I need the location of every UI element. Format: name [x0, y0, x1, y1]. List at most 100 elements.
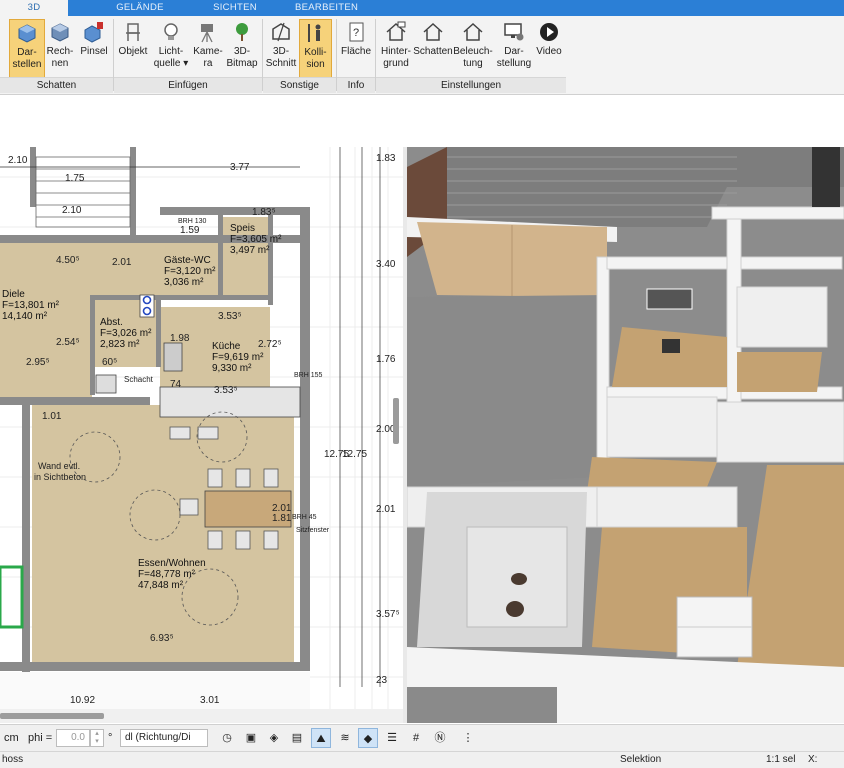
cube-brush-icon — [84, 22, 103, 43]
rechnen-button[interactable]: Rech- nen — [45, 19, 75, 79]
ribbon-tab-bar: 3D GELÄNDE SICHTEN BEARBEITEN — [0, 0, 844, 16]
north-icon[interactable]: Ⓝ — [430, 728, 450, 748]
floor-wood — [612, 327, 727, 387]
group-label-einstellungen: Einstellungen — [376, 77, 566, 93]
phi-input[interactable]: 0.0 — [56, 729, 90, 747]
floor-plan-view[interactable]: 1.75 2.10 3.77 1.83⁵ 2.10 1.83 3.40 1.76… — [0, 147, 403, 723]
terrain-icon[interactable]: ⛰ — [311, 728, 331, 748]
room-area: F=13,801 m² — [2, 300, 60, 311]
bottom-toolbar: cm phi = 0.0 ▴ ▾ ° dl (Richtung/Di ◷ ▣ ◈ … — [0, 724, 844, 752]
grid-icon[interactable]: # — [406, 728, 426, 748]
house-icon — [423, 22, 443, 41]
dim-label: 6.93⁵ — [150, 633, 174, 644]
dim-label: 2.54⁵ — [56, 337, 80, 348]
wall — [300, 207, 310, 667]
tab-3d[interactable]: 3D — [0, 0, 68, 16]
clock-icon[interactable]: ◷ — [217, 728, 237, 748]
room-area: 47,848 m² — [138, 580, 184, 591]
dim-label: BRH 130 — [178, 218, 207, 225]
floor-plan-canvas[interactable]: 1.75 2.10 3.77 1.83⁵ 2.10 1.83 3.40 1.76… — [0, 147, 403, 723]
annotation: Sitzfenster — [296, 527, 330, 534]
section-icon — [272, 22, 290, 42]
button-label: sion — [306, 59, 325, 70]
scrollbar-thumb[interactable] — [0, 713, 104, 719]
3d-canvas[interactable] — [407, 147, 844, 723]
darstellen-button[interactable]: Dar- stellen — [9, 19, 45, 79]
dim-label: 1.81 — [272, 513, 292, 524]
wall — [30, 147, 36, 207]
plan-horizontal-scrollbar[interactable] — [0, 709, 403, 723]
play-icon — [540, 23, 558, 41]
chair-icon — [126, 23, 140, 41]
button-label: Pinsel — [80, 46, 108, 57]
dim-label: 3.53⁵ — [218, 311, 242, 322]
status-bar: hoss Selektion 1:1 sel X: — [0, 751, 844, 768]
wall — [0, 662, 310, 671]
beleuchtung-button[interactable]: Beleuch- tung — [453, 19, 493, 79]
3d-bitmap-button[interactable]: 3D- Bitmap — [225, 19, 259, 79]
hintergrund-button[interactable]: Hinter- grund — [377, 19, 415, 79]
button-label: Beleuch- — [453, 46, 493, 57]
svg-text:?: ? — [353, 27, 359, 39]
dim-label: 1.98 — [170, 333, 190, 344]
darstellung-button[interactable]: Dar- stellung — [494, 19, 534, 79]
status-scale: 1:1 sel — [766, 754, 796, 765]
render-icon[interactable]: ◈ — [264, 728, 284, 748]
dim-label: BRH 155 — [294, 372, 323, 379]
tab-gelaende[interactable]: GELÄNDE — [110, 0, 170, 16]
texture-icon[interactable]: ≋ — [335, 728, 355, 748]
plane-icon[interactable]: ◆ — [358, 728, 378, 748]
camera-icon — [201, 24, 213, 43]
degree-label: ° — [108, 732, 113, 744]
video-button[interactable]: Video — [534, 19, 564, 79]
lichtquelle-button[interactable]: Licht- quelle ▾ — [153, 19, 189, 79]
dim-label: 1.01 — [42, 411, 62, 422]
stack-icon[interactable]: ☰ — [382, 728, 402, 748]
ribbon: Dar- stellen Rech- nen Pinsel Objekt Lic… — [0, 16, 844, 95]
dim-label: 2.10 — [8, 155, 28, 166]
room-area: F=3,026 m² — [100, 328, 152, 339]
cube-icon — [51, 23, 69, 42]
dim-label: 1.75 — [65, 173, 85, 184]
monitor-icon[interactable]: ▣ — [241, 728, 261, 748]
group-label-einfuegen: Einfügen — [114, 77, 262, 93]
direction-mode-select[interactable]: dl (Richtung/Di — [120, 729, 208, 747]
more-icon[interactable]: ⋮ — [458, 728, 478, 748]
dim-label: 23 — [376, 675, 388, 686]
layers-icon[interactable]: ▤ — [287, 728, 307, 748]
room-area: 3,036 m² — [164, 277, 204, 288]
wall — [156, 297, 161, 367]
dim-label: 2.01 — [112, 257, 132, 268]
wall — [22, 397, 30, 672]
kamera-button[interactable]: Kame- ra — [192, 19, 224, 79]
tab-bearbeiten[interactable]: BEARBEITEN — [295, 0, 358, 16]
button-label: stellen — [12, 59, 42, 70]
dim-label: 2.72⁵ — [258, 339, 282, 350]
button-label: Dar- — [504, 46, 524, 57]
room-area: F=48,778 m² — [138, 569, 196, 580]
3d-schnitt-button[interactable]: 3D- Schnitt — [265, 19, 297, 79]
kollision-button[interactable]: Kolli- sion — [299, 19, 332, 79]
button-label: Schatten — [413, 46, 453, 57]
schatten-button[interactable]: Schatten — [413, 19, 453, 79]
wall — [218, 215, 223, 295]
area-question-icon: ? — [349, 22, 364, 42]
dim-label: 3.01 — [200, 695, 220, 706]
button-label: Licht- — [158, 46, 184, 57]
objekt-button[interactable]: Objekt — [117, 19, 149, 79]
dim-label: 74 — [170, 379, 182, 390]
flaeche-button[interactable]: ? Fläche — [339, 19, 373, 79]
button-label: Bitmap — [226, 58, 258, 69]
tab-sichten[interactable]: SICHTEN — [210, 0, 260, 16]
dim-label: 10.92 — [70, 695, 95, 706]
phi-stepper[interactable]: ▴ ▾ — [90, 729, 104, 747]
dim-label: 2.95⁵ — [26, 357, 50, 368]
wall — [92, 295, 272, 300]
button-label: 3D- — [233, 46, 251, 57]
wall — [130, 147, 136, 235]
button-label: Objekt — [118, 46, 148, 57]
splitter-handle[interactable] — [393, 398, 399, 444]
room-name: Gäste-WC — [164, 255, 211, 266]
3d-view[interactable] — [407, 147, 844, 723]
pinsel-button[interactable]: Pinsel — [78, 19, 110, 79]
